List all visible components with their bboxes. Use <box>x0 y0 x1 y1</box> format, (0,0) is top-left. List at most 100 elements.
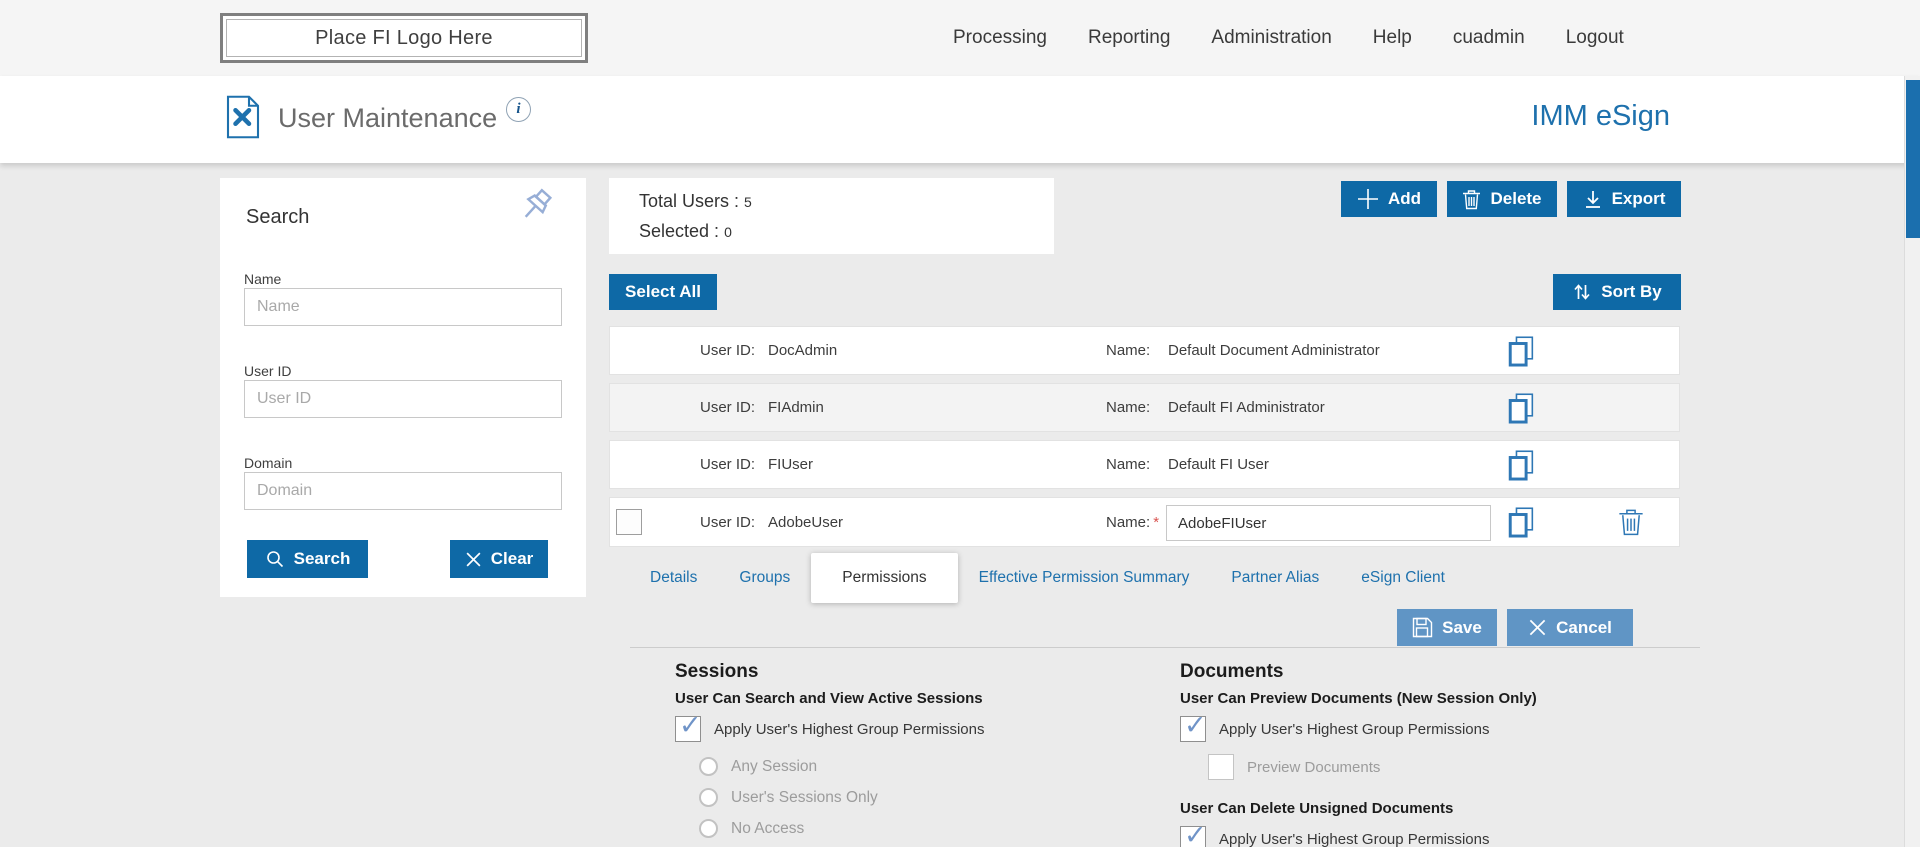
clear-button-label: Clear <box>491 549 534 569</box>
name-field-label: Name <box>244 271 281 287</box>
domain-search-input[interactable] <box>244 472 562 510</box>
user-row-fiadmin[interactable]: User ID: FIAdmin Name: Default FI Admini… <box>609 383 1680 432</box>
nav-processing[interactable]: Processing <box>953 27 1047 49</box>
fi-logo-text: Place FI Logo Here <box>315 27 493 50</box>
tab-effective-permission-summary[interactable]: Effective Permission Summary <box>958 553 1211 603</box>
tab-esign-client[interactable]: eSign Client <box>1340 553 1466 603</box>
copy-user-icon[interactable] <box>1506 335 1536 374</box>
any-session-row: Any Session <box>675 754 1155 779</box>
selected-label: Selected : <box>639 221 719 241</box>
brand-imm-esign: IMM eSign <box>1531 100 1670 133</box>
apply-group-permissions-row: Apply User's Highest Group Permissions <box>1180 716 1700 742</box>
user-row-adobeuser[interactable]: User ID: AdobeUser Name: * <box>609 497 1680 547</box>
top-bar: Place FI Logo Here Processing Reporting … <box>0 0 1920 76</box>
page-title: User Maintenance <box>278 103 497 134</box>
sessions-section: Sessions User Can Search and View Active… <box>675 661 1155 847</box>
user-id-value: FIUser <box>768 441 813 488</box>
name-search-input[interactable] <box>244 288 562 326</box>
save-button-label: Save <box>1442 618 1482 638</box>
scrollbar-thumb[interactable] <box>1906 80 1920 238</box>
preview-documents-checkbox[interactable] <box>1208 754 1234 780</box>
delete-user-icon[interactable] <box>1618 507 1644 542</box>
apply-group-permissions-checkbox[interactable] <box>1180 716 1206 742</box>
pushpin-icon[interactable] <box>516 186 558 233</box>
domain-field-label: Domain <box>244 455 292 471</box>
apply-group-permissions-checkbox[interactable] <box>675 716 701 742</box>
copy-user-icon[interactable] <box>1506 392 1536 431</box>
add-button[interactable]: Add <box>1341 181 1437 217</box>
user-id-label: User ID: <box>700 498 755 546</box>
no-access-row: No Access <box>675 816 1155 841</box>
save-button[interactable]: Save <box>1397 609 1497 646</box>
row-select-checkbox[interactable] <box>616 509 642 535</box>
preview-documents-row: Preview Documents <box>1180 754 1700 780</box>
page-tools-icon <box>225 95 261 144</box>
top-navigation: Processing Reporting Administration Help… <box>953 0 1624 76</box>
delete-button[interactable]: Delete <box>1447 181 1557 217</box>
nav-user-cuadmin[interactable]: cuadmin <box>1453 27 1525 49</box>
user-id-value: DocAdmin <box>768 327 837 374</box>
section-divider <box>630 647 1700 648</box>
summary-card: Total Users : 5 Selected : 0 <box>609 178 1054 254</box>
search-button-label: Search <box>294 549 351 569</box>
search-panel-title: Search <box>246 206 309 229</box>
copy-user-icon[interactable] <box>1506 449 1536 488</box>
info-icon[interactable]: i <box>506 97 531 122</box>
apply-group-permissions-row: Apply User's Highest Group Permissions <box>675 716 1155 742</box>
total-users-label: Total Users : <box>639 191 739 211</box>
documents-heading: Documents <box>1180 661 1700 683</box>
copy-user-icon[interactable] <box>1506 506 1536 545</box>
plus-icon <box>1357 188 1379 210</box>
add-button-label: Add <box>1388 189 1421 209</box>
user-id-label: User ID: <box>700 441 755 488</box>
select-all-label: Select All <box>625 282 701 302</box>
name-label: Name: <box>1106 384 1150 431</box>
user-name-input[interactable] <box>1166 505 1491 541</box>
selected-line: Selected : 0 <box>639 221 732 242</box>
any-session-label: Any Session <box>731 758 817 776</box>
apply-group-permissions-checkbox[interactable] <box>1180 826 1206 847</box>
user-id-label: User ID: <box>700 327 755 374</box>
user-id-value: AdobeUser <box>768 498 843 546</box>
fi-logo-placeholder: Place FI Logo Here <box>220 13 588 63</box>
name-label-text: Name: <box>1106 514 1150 531</box>
tab-partner-alias[interactable]: Partner Alias <box>1210 553 1340 603</box>
user-row-fiuser[interactable]: User ID: FIUser Name: Default FI User <box>609 440 1680 489</box>
trash-icon <box>1462 189 1481 210</box>
search-button[interactable]: Search <box>247 540 368 578</box>
sort-by-button[interactable]: Sort By <box>1553 274 1681 310</box>
users-sessions-only-radio[interactable] <box>699 788 718 807</box>
export-button-label: Export <box>1612 189 1666 209</box>
delete-button-label: Delete <box>1490 189 1541 209</box>
clear-button[interactable]: Clear <box>450 540 548 578</box>
cancel-button[interactable]: Cancel <box>1507 609 1633 646</box>
no-access-label: No Access <box>731 820 804 838</box>
sessions-heading: Sessions <box>675 661 1155 683</box>
required-asterisk: * <box>1153 514 1159 531</box>
vertical-scrollbar[interactable] <box>1904 76 1920 847</box>
user-id-search-input[interactable] <box>244 380 562 418</box>
nav-help[interactable]: Help <box>1373 27 1412 49</box>
nav-reporting[interactable]: Reporting <box>1088 27 1170 49</box>
any-session-radio[interactable] <box>699 757 718 776</box>
select-all-button[interactable]: Select All <box>609 274 717 310</box>
selected-value: 0 <box>724 224 732 240</box>
name-label: Name: <box>1106 441 1150 488</box>
apply-group-permissions-label: Apply User's Highest Group Permissions <box>1219 721 1489 738</box>
tab-details[interactable]: Details <box>629 553 718 603</box>
nav-logout[interactable]: Logout <box>1566 27 1624 49</box>
apply-group-permissions-label: Apply User's Highest Group Permissions <box>714 721 984 738</box>
sessions-subheading: User Can Search and View Active Sessions <box>675 690 1155 708</box>
preview-documents-label: Preview Documents <box>1247 759 1380 776</box>
preview-documents-subheading: User Can Preview Documents (New Session … <box>1180 690 1700 708</box>
user-id-value: FIAdmin <box>768 384 824 431</box>
export-button[interactable]: Export <box>1567 181 1681 217</box>
nav-administration[interactable]: Administration <box>1211 27 1331 49</box>
user-row-docadmin[interactable]: User ID: DocAdmin Name: Default Document… <box>609 326 1680 375</box>
total-users-value: 5 <box>744 194 752 210</box>
tab-groups[interactable]: Groups <box>718 553 811 603</box>
no-access-radio[interactable] <box>699 819 718 838</box>
user-detail-tabs: Details Groups Permissions Effective Per… <box>629 553 1466 603</box>
cancel-button-label: Cancel <box>1556 618 1612 638</box>
tab-permissions[interactable]: Permissions <box>811 553 957 603</box>
